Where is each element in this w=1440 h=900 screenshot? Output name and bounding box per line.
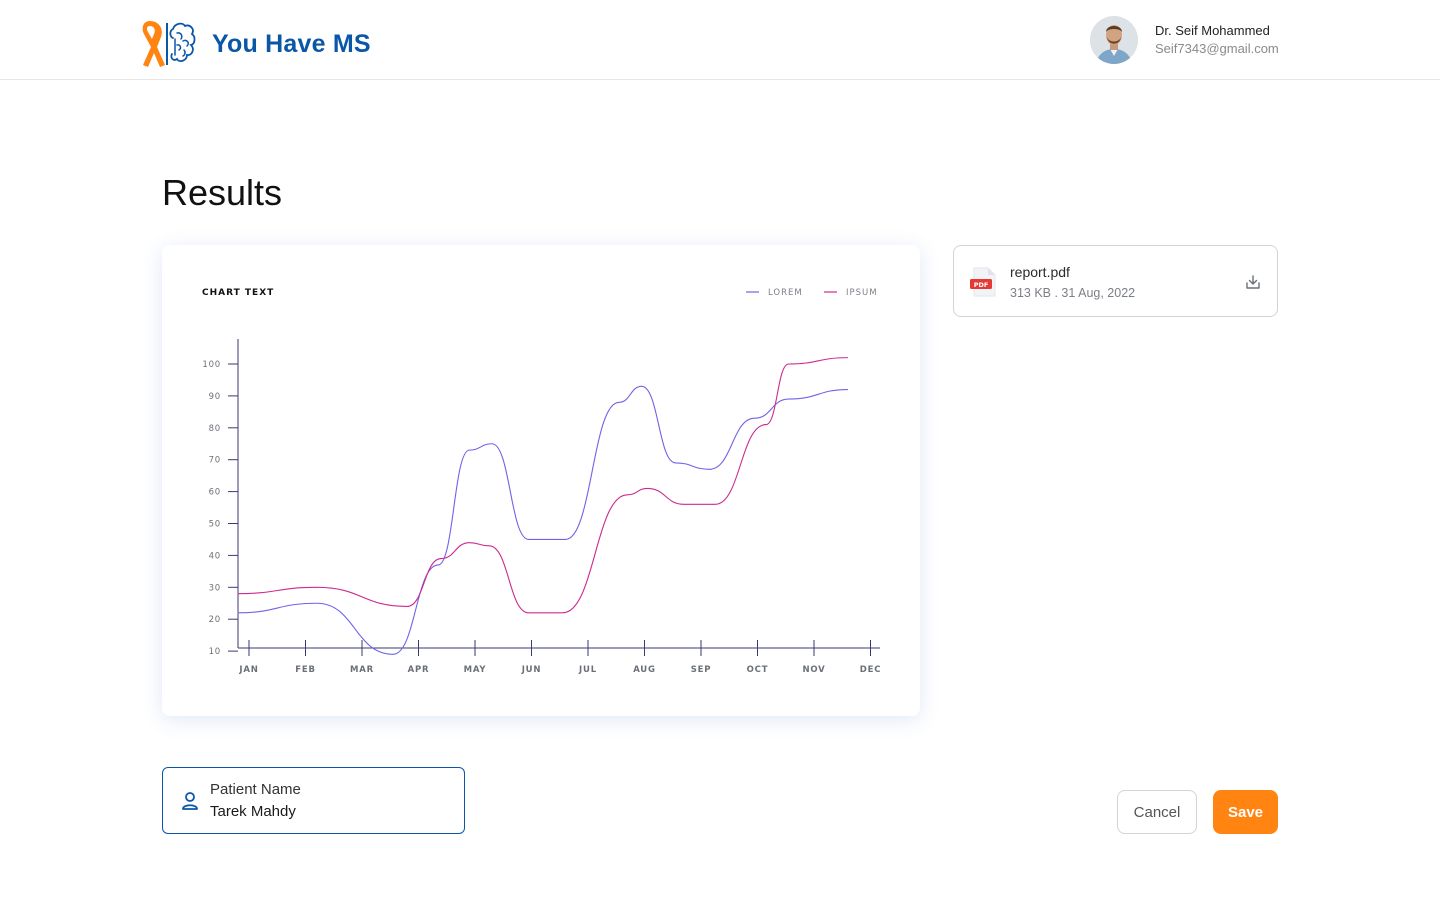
logo[interactable]: You Have MS — [137, 19, 371, 69]
legend-label-ipsum: IPSUM — [846, 288, 878, 298]
x-tick-label: MAR — [350, 665, 374, 675]
patient-name-field[interactable]: Patient Name Tarek Mahdy — [162, 767, 465, 834]
y-tick-label: 70 — [209, 456, 221, 466]
avatar[interactable] — [1090, 16, 1138, 64]
file-attachment[interactable]: PDF report.pdf 313 KB . 31 Aug, 2022 — [953, 245, 1278, 317]
file-meta: 313 KB . 31 Aug, 2022 — [1010, 286, 1136, 300]
patient-name-value[interactable]: Tarek Mahdy — [210, 803, 296, 820]
x-tick-label: DEC — [860, 665, 882, 675]
y-tick-label: 100 — [202, 360, 221, 370]
brand-name: You Have MS — [212, 29, 371, 58]
x-tick-label: JUN — [521, 665, 542, 675]
y-tick-label: 30 — [209, 583, 221, 593]
chart-series — [237, 357, 848, 655]
x-tick-label: JUL — [578, 665, 597, 675]
y-tick-label: 80 — [209, 424, 221, 434]
file-name: report.pdf — [1010, 264, 1070, 280]
x-tick-label: JAN — [238, 665, 258, 675]
save-button[interactable]: Save — [1213, 790, 1278, 834]
results-line-chart: CHART TEXT LOREM IPSUM 10 20 30 40 50 60 70 80 9… — [202, 288, 882, 675]
download-icon[interactable] — [1244, 273, 1262, 291]
y-tick-label: 50 — [209, 520, 221, 530]
y-tick-label: 20 — [209, 615, 221, 625]
top-bar: You Have MS Dr. Seif Mohammed Seif7343@g… — [0, 0, 1440, 80]
x-tick-label: AUG — [633, 665, 656, 675]
chart-axes: 10 20 30 40 50 60 70 80 90 100 JAN FEB MAR APR MAY JUN J… — [202, 339, 882, 675]
pdf-badge-label: PDF — [974, 281, 989, 289]
y-tick-label: 90 — [209, 392, 221, 402]
user-profile[interactable]: Dr. Seif Mohammed Seif7343@gmail.com — [1090, 16, 1279, 64]
x-tick-label: SEP — [691, 665, 712, 675]
legend-label-lorem: LOREM — [768, 288, 803, 298]
y-tick-label: 60 — [209, 488, 221, 498]
series-line-lorem — [237, 385, 848, 655]
series-line-ipsum — [237, 357, 848, 614]
x-tick-label: MAY — [464, 665, 487, 675]
x-tick-label: APR — [408, 665, 430, 675]
chart-legend: LOREM IPSUM — [746, 288, 878, 298]
user-icon — [181, 791, 199, 811]
patient-name-label: Patient Name — [210, 781, 301, 798]
pdf-file-icon: PDF — [970, 267, 998, 297]
ms-ribbon-brain-logo-icon — [137, 19, 197, 69]
y-tick-label: 40 — [209, 551, 221, 561]
x-tick-label: NOV — [802, 665, 825, 675]
user-email: Seif7343@gmail.com — [1155, 41, 1279, 56]
user-name: Dr. Seif Mohammed — [1155, 23, 1270, 38]
y-tick-label: 10 — [209, 647, 221, 657]
results-chart-card: CHART TEXT LOREM IPSUM 10 20 30 40 50 60 70 80 9… — [162, 245, 920, 716]
x-tick-label: FEB — [295, 665, 316, 675]
cancel-button[interactable]: Cancel — [1117, 790, 1197, 834]
chart-title: CHART TEXT — [202, 288, 274, 298]
x-tick-label: OCT — [747, 665, 769, 675]
page-title: Results — [162, 172, 283, 213]
